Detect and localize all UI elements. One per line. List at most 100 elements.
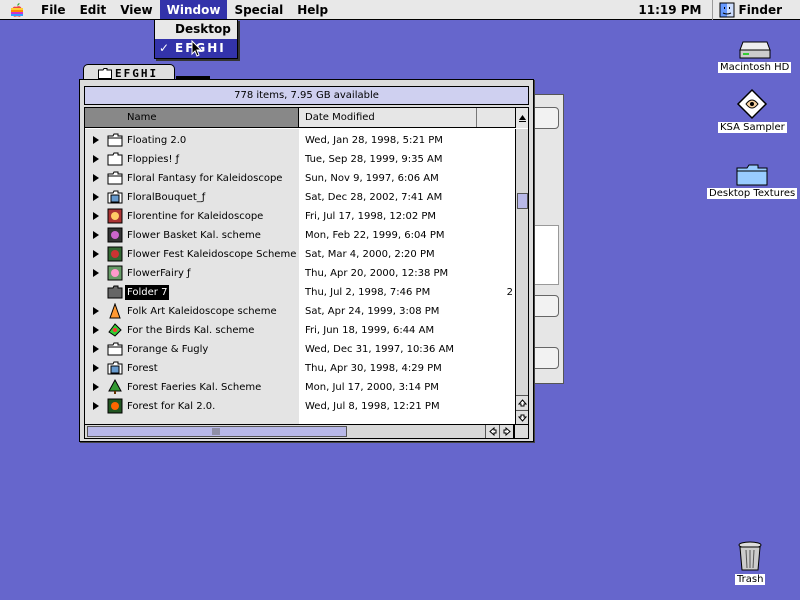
file-row[interactable]: Folder 7 Thu, Jul 2, 1998, 7:46 PM 2 — [85, 283, 515, 302]
desktop-icon-label: Macintosh HD — [718, 62, 792, 73]
finder-window[interactable]: 778 items, 7.95 GB available Name Date M… — [79, 79, 534, 442]
file-row[interactable]: Forest for Kal 2.0. Wed, Jul 8, 1998, 12:… — [85, 397, 515, 416]
file-name-label[interactable]: For the Birds Kal. scheme — [127, 321, 254, 340]
folder-icon[interactable] — [107, 132, 123, 148]
date-modified-cell: Mon, Jul 17, 2000, 3:14 PM — [305, 382, 439, 393]
scroll-up-arrow[interactable] — [516, 395, 528, 409]
horizontal-scroll-thumb[interactable] — [87, 426, 347, 437]
scheme-file-icon[interactable] — [107, 246, 123, 262]
file-name-label[interactable]: FloralBouquet_ƒ — [127, 188, 205, 207]
file-row[interactable]: Flower Fest Kaleidoscope Scheme Sat, Mar … — [85, 245, 515, 264]
date-modified-cell: Mon, Feb 22, 1999, 6:04 PM — [305, 230, 445, 241]
file-name-label[interactable]: Forest for Kal 2.0. — [127, 397, 215, 416]
menu-special[interactable]: Special — [227, 0, 290, 20]
disclosure-triangle-icon[interactable] — [93, 345, 99, 353]
file-row[interactable]: FloralBouquet_ƒ Sat, Dec 28, 2002, 7:41 A… — [85, 188, 515, 207]
scheme-file-icon[interactable] — [107, 208, 123, 224]
window-menu-item-desktop[interactable]: Desktop — [155, 20, 237, 39]
desktop-icon-trash[interactable]: Trash — [735, 540, 766, 585]
file-name-label[interactable]: Forest — [127, 359, 158, 378]
sort-direction-button[interactable] — [515, 108, 528, 128]
file-name-label[interactable]: Floating 2.0 — [127, 131, 186, 150]
scheme-file-icon[interactable] — [107, 265, 123, 281]
disclosure-triangle-icon[interactable] — [93, 269, 99, 277]
scroll-down-arrow[interactable] — [516, 410, 528, 424]
menu-view[interactable]: View — [113, 0, 159, 20]
file-name-cell: Floating 2.0 — [85, 131, 299, 150]
disclosure-triangle-icon[interactable] — [93, 402, 99, 410]
menu-file[interactable]: File — [34, 0, 73, 20]
folder-icon[interactable] — [107, 284, 123, 300]
file-name-label[interactable]: Forest Faeries Kal. Scheme — [127, 378, 261, 397]
file-name-label[interactable]: Flower Fest Kaleidoscope Scheme — [127, 245, 296, 264]
folder-icon[interactable] — [107, 170, 123, 186]
scheme-file-icon[interactable] — [107, 322, 123, 338]
disclosure-triangle-icon[interactable] — [93, 364, 99, 372]
window-resize-box[interactable] — [514, 424, 529, 439]
arrow-down-icon — [518, 414, 527, 422]
menu-clock[interactable]: 11:19 PM — [628, 3, 711, 17]
file-name-label[interactable]: FlowerFairy ƒ — [127, 264, 191, 283]
column-header-name[interactable]: Name — [85, 108, 299, 127]
disclosure-triangle-icon[interactable] — [93, 193, 99, 201]
disclosure-triangle-icon[interactable] — [93, 383, 99, 391]
disclosure-triangle-icon[interactable] — [93, 326, 99, 334]
file-row[interactable]: Florentine for Kaleidoscope Fri, Jul 17, … — [85, 207, 515, 226]
disclosure-triangle-icon[interactable] — [93, 212, 99, 220]
file-name-label[interactable]: Folder 7 — [125, 285, 170, 300]
folder-icon[interactable] — [107, 151, 123, 167]
folder-icon[interactable] — [107, 341, 123, 357]
disclosure-triangle-icon[interactable] — [93, 155, 99, 163]
file-row[interactable]: Forest Faeries Kal. Scheme Mon, Jul 17, 2… — [85, 378, 515, 397]
file-name-label[interactable]: Forange & Fugly — [127, 340, 208, 359]
file-row[interactable]: Forange & Fugly Wed, Dec 31, 1997, 10:36 … — [85, 340, 515, 359]
file-row[interactable]: For the Birds Kal. scheme Fri, Jun 18, 19… — [85, 321, 515, 340]
disclosure-triangle-icon[interactable] — [93, 136, 99, 144]
file-name-cell: Forest for Kal 2.0. — [85, 397, 299, 416]
disclosure-triangle-icon[interactable] — [93, 250, 99, 258]
file-row-partial — [85, 129, 299, 131]
desktop-icon-ksa-sampler[interactable]: KSA Sampler — [718, 88, 787, 133]
file-row[interactable]: Floating 2.0 Wed, Jan 28, 1998, 5:21 PM — [85, 131, 515, 150]
file-name-label[interactable]: Flower Basket Kal. scheme — [127, 226, 261, 245]
file-row[interactable]: Folk Art Kaleidoscope scheme Sat, Apr 24,… — [85, 302, 515, 321]
file-name-cell: Forest — [85, 359, 299, 378]
document-folder-icon[interactable] — [107, 360, 123, 376]
file-row[interactable]: Floppies! ƒ Tue, Sep 28, 1999, 9:35 AM — [85, 150, 515, 169]
arrow-right-icon — [503, 427, 511, 436]
date-modified-cell: Wed, Jan 28, 1998, 5:21 PM — [305, 135, 443, 146]
scroll-right-arrow[interactable] — [499, 425, 513, 438]
document-folder-icon[interactable] — [107, 189, 123, 205]
vertical-scroll-thumb[interactable] — [517, 193, 528, 209]
scheme-file-icon[interactable] — [107, 398, 123, 414]
scheme-file-icon[interactable] — [107, 379, 123, 395]
scheme-file-icon[interactable] — [107, 227, 123, 243]
file-row[interactable]: Floral Fantasy for Kaleidoscope Sun, Nov … — [85, 169, 515, 188]
application-name: Finder — [738, 3, 783, 17]
file-name-cell: Flower Fest Kaleidoscope Scheme — [85, 245, 299, 264]
desktop-icon-desktop-textures[interactable]: Desktop Textures — [707, 164, 798, 199]
apple-menu-icon[interactable] — [0, 0, 34, 20]
disclosure-triangle-icon[interactable] — [93, 307, 99, 315]
menu-help[interactable]: Help — [290, 0, 335, 20]
file-row[interactable]: FlowerFairy ƒ Thu, Apr 20, 2000, 12:38 PM — [85, 264, 515, 283]
column-header-size[interactable] — [477, 108, 515, 127]
column-header-date-modified[interactable]: Date Modified — [299, 108, 477, 127]
file-row[interactable]: Forest Thu, Apr 30, 1998, 4:29 PM — [85, 359, 515, 378]
menu-edit[interactable]: Edit — [73, 0, 114, 20]
vertical-scrollbar[interactable] — [515, 129, 528, 424]
scheme-file-icon[interactable] — [107, 303, 123, 319]
menu-window[interactable]: Window — [159, 0, 228, 20]
horizontal-scrollbar[interactable] — [84, 424, 514, 439]
file-list[interactable]: Name Date Modified Floating 2.0 Wed, Jan … — [84, 107, 529, 425]
application-menu[interactable]: Finder — [711, 0, 800, 20]
disclosure-triangle-icon[interactable] — [93, 174, 99, 182]
scroll-left-arrow[interactable] — [485, 425, 499, 438]
file-name-label[interactable]: Florentine for Kaleidoscope — [127, 207, 263, 226]
file-row[interactable]: Flower Basket Kal. scheme Mon, Feb 22, 19… — [85, 226, 515, 245]
file-name-label[interactable]: Floral Fantasy for Kaleidoscope — [127, 169, 282, 188]
desktop-icon-macintosh-hd[interactable]: Macintosh HD — [718, 40, 792, 73]
file-name-label[interactable]: Floppies! ƒ — [127, 150, 179, 169]
disclosure-triangle-icon[interactable] — [93, 231, 99, 239]
file-name-label[interactable]: Folk Art Kaleidoscope scheme — [127, 302, 277, 321]
